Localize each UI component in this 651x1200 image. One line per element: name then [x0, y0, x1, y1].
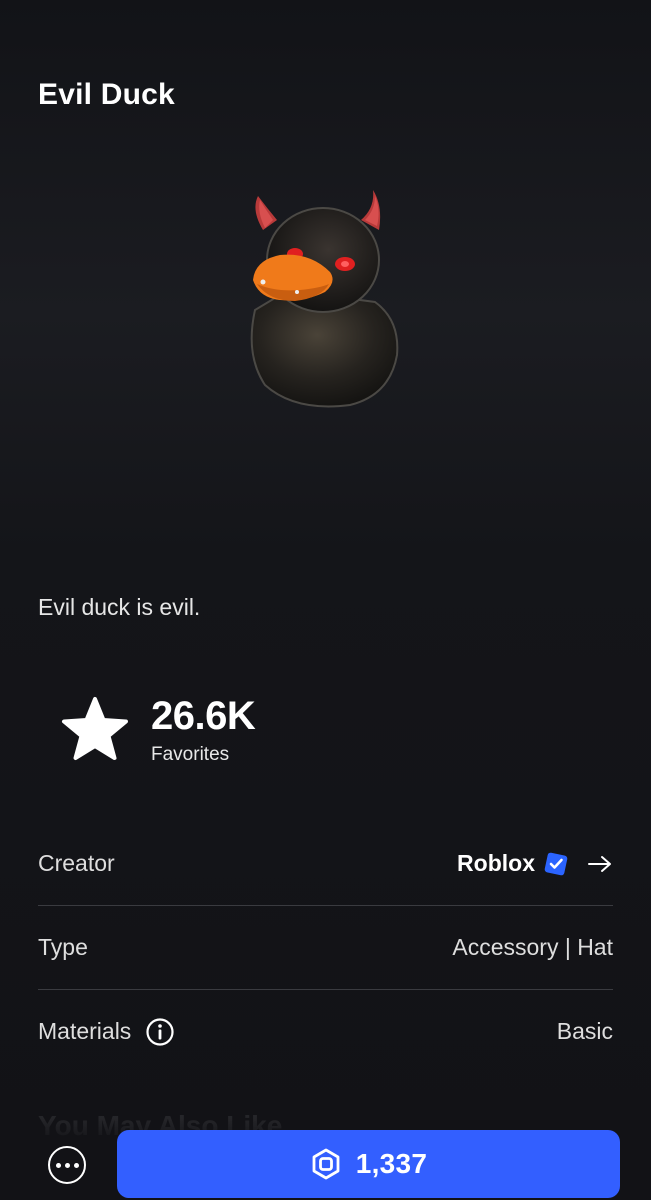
more-dot — [55, 1162, 61, 1168]
item-title: Evil Duck — [38, 78, 175, 111]
creator-name[interactable]: Roblox — [457, 850, 535, 877]
more-options-icon[interactable] — [48, 1146, 86, 1184]
type-value: Accessory | Hat — [452, 934, 613, 960]
materials-row: Materials Basic — [38, 990, 613, 1073]
item-details-list: Creator Roblox Type Accessory | Hat Mate… — [38, 822, 613, 1073]
type-row: Type Accessory | Hat — [38, 906, 613, 990]
verified-badge-icon — [544, 852, 568, 875]
favorites-count: 26.6K — [151, 694, 256, 738]
type-label: Type — [38, 934, 88, 960]
creator-link[interactable]: Roblox — [457, 850, 613, 877]
arrow-right-icon[interactable] — [587, 854, 613, 874]
favorites-stat: 26.6K Favorites — [60, 694, 380, 774]
info-icon[interactable] — [145, 1017, 175, 1047]
materials-value: Basic — [556, 1018, 613, 1044]
buy-button[interactable]: 1,337 — [117, 1130, 620, 1198]
more-dot — [64, 1162, 70, 1168]
price-text: 1,337 — [355, 1148, 428, 1179]
more-dot — [73, 1162, 79, 1168]
favorites-label: Favorites — [151, 744, 230, 765]
item-details-page: Evil Duck Evil duck is evil. 26.6K Favor… — [0, 0, 651, 1200]
creator-row[interactable]: Creator Roblox — [38, 822, 613, 906]
item-description: Evil duck is evil. — [38, 594, 201, 620]
materials-label: Materials — [38, 1018, 132, 1044]
creator-label: Creator — [38, 850, 115, 876]
robux-icon — [312, 1148, 340, 1180]
materials-label-group: Materials — [38, 1017, 175, 1047]
evil-duck-thumbnail[interactable] — [225, 180, 415, 420]
star-icon[interactable] — [60, 696, 130, 764]
